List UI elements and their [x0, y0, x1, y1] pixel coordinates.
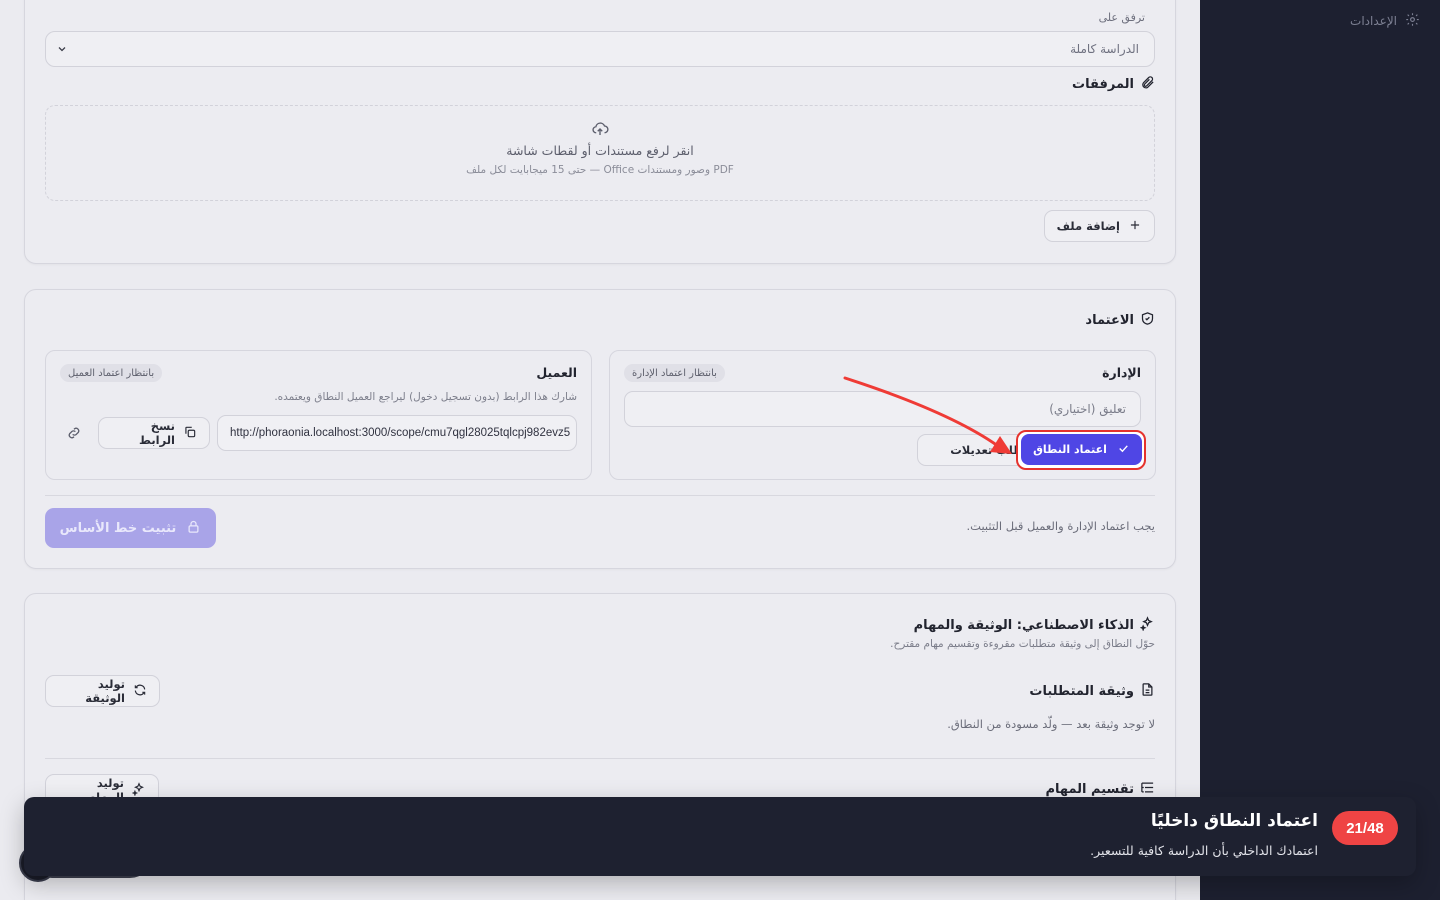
main-content: ترفق على الدراسة كاملة المرفقات انقر لرف… — [0, 0, 1200, 900]
toast-title: اعتماد النطاق داخليًا — [1150, 811, 1318, 831]
add-file-button[interactable]: إضافة ملف — [1043, 210, 1155, 242]
approval-divider — [45, 495, 1155, 496]
link-icon[interactable] — [66, 425, 82, 445]
sidebar-item-settings-label: الإعدادات — [1350, 14, 1397, 28]
ai-title: الذكاء الاصطناعي: الوثيقة والمهام — [914, 616, 1155, 635]
attachments-title: المرفقات — [1072, 75, 1155, 94]
add-file-label: إضافة ملف — [1056, 219, 1120, 233]
copy-icon — [183, 425, 197, 442]
attachments-title-text: المرفقات — [1072, 77, 1134, 92]
attachments-card: ترفق على الدراسة كاملة المرفقات انقر لرف… — [24, 0, 1176, 264]
ai-title-text: الذكاء الاصطناعي: الوثيقة والمهام — [913, 618, 1134, 633]
ai-subtitle: حوّل النطاق إلى وثيقة متطلبات مقروءة وتق… — [890, 638, 1155, 650]
sidebar-item-settings[interactable]: الإعدادات — [1350, 10, 1420, 32]
approval-title: الاعتماد — [1085, 311, 1155, 330]
cloud-upload-icon — [46, 120, 1154, 142]
plus-icon — [1128, 218, 1142, 235]
refresh-icon — [133, 683, 147, 700]
copy-link-label: نسخ الرابط — [139, 419, 175, 447]
gear-icon — [1405, 12, 1420, 30]
client-status-badge: بانتظار اعتماد العميل — [60, 364, 163, 382]
attach-to-select[interactable]: الدراسة كاملة — [45, 31, 1155, 67]
client-share-url-text: http://phoraonia.localhost:3000/scope/cm… — [230, 427, 571, 439]
lock-baseline-button[interactable]: تثبيت خط الأساس — [45, 508, 216, 548]
document-icon — [1140, 682, 1155, 701]
check-icon — [1117, 442, 1130, 458]
lock-baseline-label: تثبيت خط الأساس — [59, 520, 177, 536]
attach-to-label: ترفق على — [1098, 11, 1145, 24]
chevron-down-icon — [56, 40, 68, 59]
toast-body: اعتمادك الداخلي بأن الدراسة كافية للتسعي… — [1090, 843, 1318, 858]
shield-check-icon — [1140, 311, 1155, 330]
approve-scope-label: اعتماد النطاق — [1033, 443, 1107, 456]
client-share-hint: شارك هذا الرابط (بدون تسجيل دخول) ليراجع… — [274, 391, 577, 403]
comment-placeholder: تعليق (اختياري) — [1049, 402, 1126, 416]
no-document-text: لا توجد وثيقة بعد — ولّد مسودة من النطاق… — [947, 717, 1155, 731]
lock-icon — [186, 519, 201, 538]
sparkles-icon — [1139, 616, 1155, 635]
upload-dropzone[interactable]: انقر لرفع مستندات أو لقطات شاشة PDF وصور… — [45, 105, 1155, 201]
copy-link-button[interactable]: نسخ الرابط — [98, 417, 210, 449]
management-title: الإدارة — [1102, 365, 1141, 380]
client-panel: العميل بانتظار اعتماد العميل شارك هذا ال… — [45, 350, 592, 480]
paperclip-icon — [1140, 75, 1155, 94]
pointer-arrow — [843, 376, 1012, 454]
approve-scope-button[interactable]: اعتماد النطاق — [1021, 434, 1142, 465]
attach-to-value: الدراسة كاملة — [1070, 42, 1139, 56]
requirements-title: وثيقة المتطلبات — [1029, 682, 1155, 701]
client-title: العميل — [536, 365, 577, 380]
tour-toast: 21/48 اعتماد النطاق داخليًا اعتمادك الدا… — [24, 797, 1416, 876]
step-counter-badge: 21/48 — [1332, 811, 1398, 845]
sidebar: الإعدادات — [1200, 0, 1440, 900]
ai-divider — [45, 758, 1155, 759]
lock-hint: يجب اعتماد الإدارة والعميل قبل التثبيت. — [966, 519, 1155, 533]
management-status-badge: بانتظار اعتماد الإدارة — [624, 364, 725, 382]
requirements-title-text: وثيقة المتطلبات — [1029, 684, 1134, 699]
client-share-url[interactable]: http://phoraonia.localhost:3000/scope/cm… — [217, 415, 577, 451]
dropzone-main-text: انقر لرفع مستندات أو لقطات شاشة — [506, 143, 694, 158]
approval-title-text: الاعتماد — [1085, 313, 1134, 328]
generate-document-button[interactable]: توليد الوثيقة — [45, 675, 160, 707]
sparkles-small-icon — [131, 781, 146, 799]
tasks-title-text: تقسيم المهام — [1045, 782, 1134, 797]
generate-document-label: توليد الوثيقة — [85, 677, 125, 705]
dropzone-sub-text: PDF وصور ومستندات Office — حتى 15 ميجابا… — [466, 164, 734, 176]
